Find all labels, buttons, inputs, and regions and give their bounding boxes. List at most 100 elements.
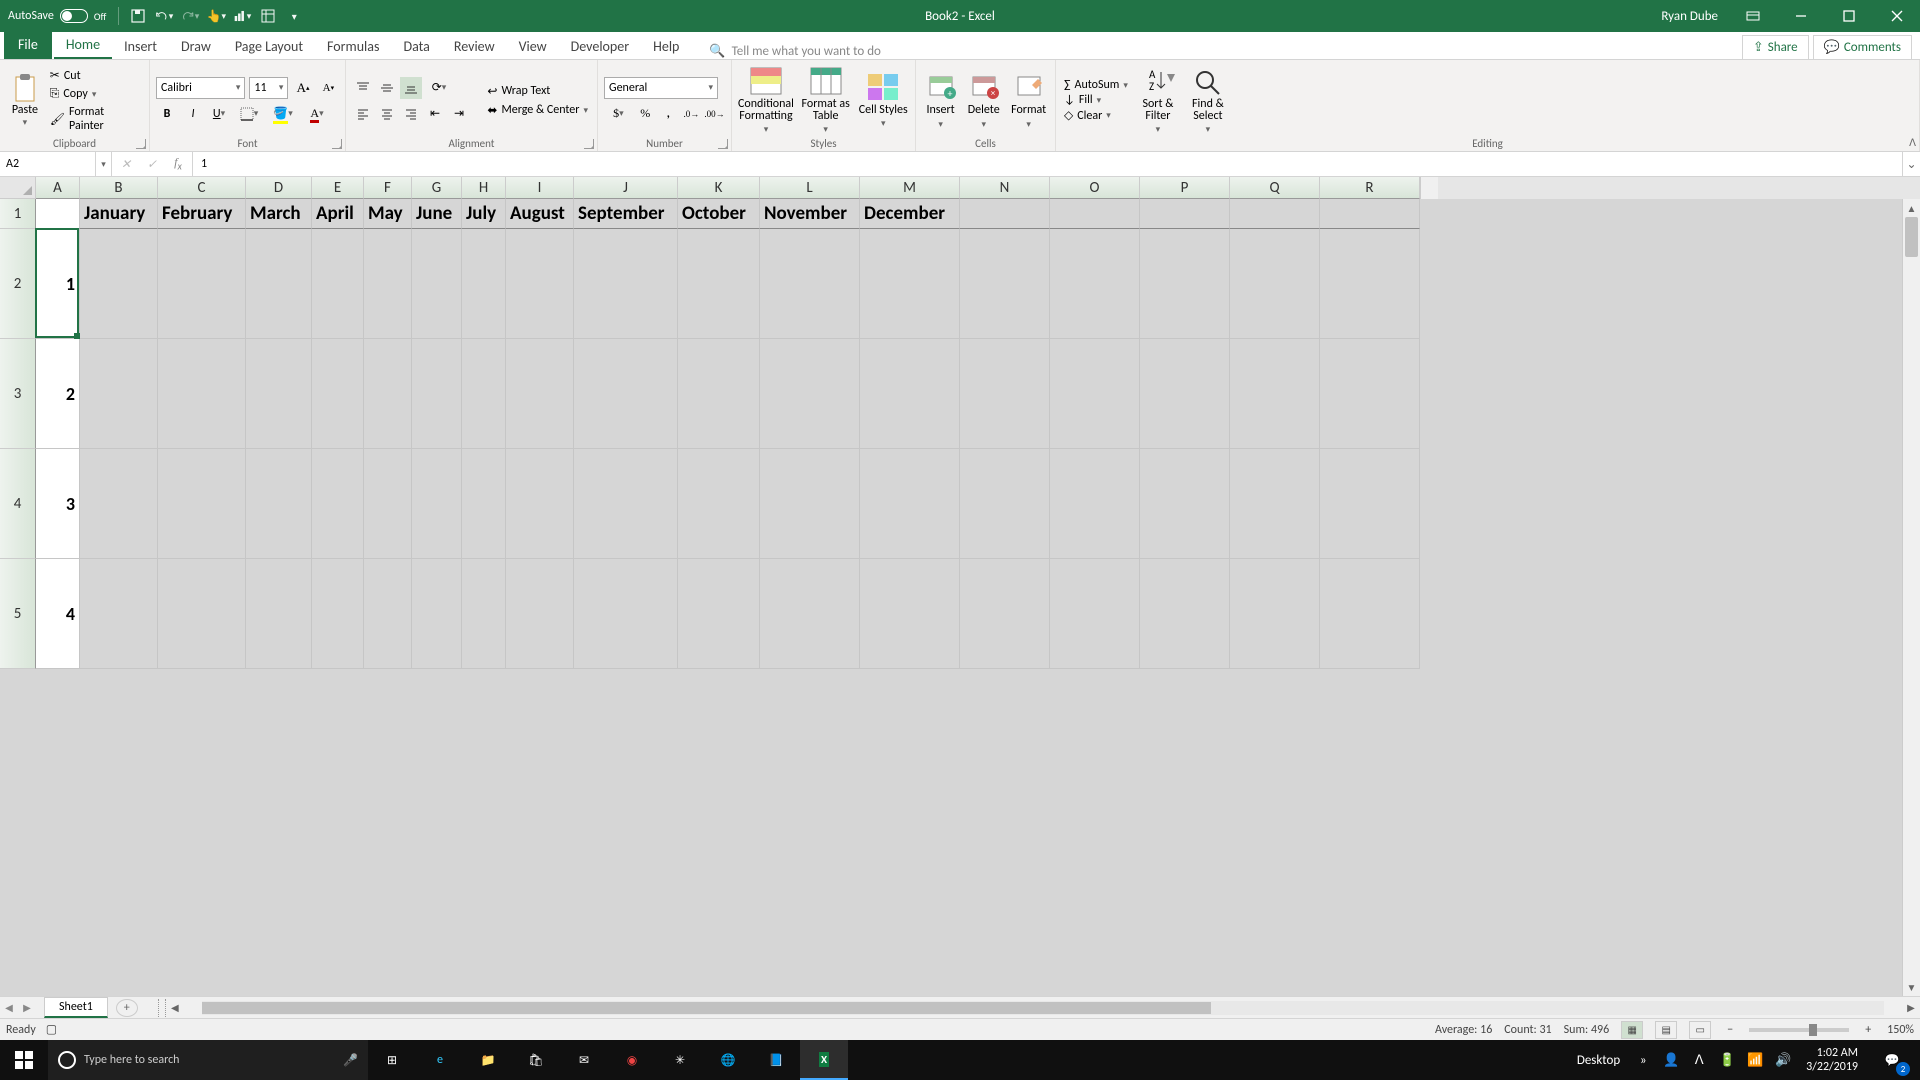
cell-G2[interactable] [412, 229, 462, 339]
row-header-5[interactable]: 5 [0, 559, 36, 669]
cell-A5[interactable]: 4 [36, 559, 80, 669]
tab-view[interactable]: View [507, 32, 559, 59]
align-top-button[interactable] [352, 77, 374, 99]
cell-C2[interactable] [158, 229, 246, 339]
cell-Q1[interactable] [1230, 199, 1320, 229]
tell-me-search[interactable]: 🔍 Tell me what you want to do [709, 44, 881, 59]
cell-P1[interactable] [1140, 199, 1230, 229]
name-box[interactable]: A2 [0, 152, 96, 176]
wifi-icon[interactable]: 📶 [1742, 1053, 1768, 1068]
horizontal-scrollbar[interactable] [202, 1001, 1884, 1015]
cell-N1[interactable] [960, 199, 1050, 229]
cell-D4[interactable] [246, 449, 312, 559]
zoom-out-button[interactable]: − [1723, 1023, 1737, 1037]
fill-color-button[interactable]: 🪣▾ [268, 103, 298, 125]
cell-A3[interactable]: 2 [36, 339, 80, 449]
cell-F2[interactable] [364, 229, 412, 339]
accounting-format-button[interactable]: $▾ [604, 103, 633, 125]
cell-A2[interactable]: 1 [36, 229, 80, 339]
cell-Q2[interactable] [1230, 229, 1320, 339]
tab-page-layout[interactable]: Page Layout [223, 32, 315, 59]
cell-I1[interactable]: August [506, 199, 574, 229]
cell-J5[interactable] [574, 559, 678, 669]
vertical-scrollbar[interactable]: ▲ ▼ [1902, 199, 1920, 996]
macro-record-icon[interactable]: ▢ [46, 1022, 57, 1037]
format-cells-button[interactable]: Format▾ [1008, 71, 1049, 130]
tab-help[interactable]: Help [641, 32, 691, 59]
row-header-4[interactable]: 4 [0, 449, 36, 559]
cell-L3[interactable] [760, 339, 860, 449]
column-header-L[interactable]: L [760, 177, 860, 199]
align-left-button[interactable] [352, 103, 374, 125]
cell-H5[interactable] [462, 559, 506, 669]
cell-E5[interactable] [312, 559, 364, 669]
column-header-I[interactable]: I [506, 177, 574, 199]
redo-icon[interactable]: ▾ [181, 7, 199, 25]
column-header-G[interactable]: G [412, 177, 462, 199]
cell-P4[interactable] [1140, 449, 1230, 559]
pivot-table-icon[interactable] [259, 7, 277, 25]
clipboard-launcher[interactable] [136, 139, 146, 149]
cell-J2[interactable] [574, 229, 678, 339]
taskbar-clock[interactable]: 1:02 AM 3/22/2019 [1798, 1046, 1866, 1074]
cell-P5[interactable] [1140, 559, 1230, 669]
cell-O4[interactable] [1050, 449, 1140, 559]
undo-icon[interactable]: ▾ [155, 7, 173, 25]
close-button[interactable] [1874, 0, 1920, 32]
insert-chart-icon[interactable]: ▾ [233, 7, 251, 25]
maximize-button[interactable] [1826, 0, 1872, 32]
cell-R3[interactable] [1320, 339, 1420, 449]
cell-M2[interactable] [860, 229, 960, 339]
taskbar-search[interactable]: Type here to search 🎤 [48, 1040, 368, 1080]
underline-button[interactable]: U▾ [208, 103, 230, 125]
cell-O2[interactable] [1050, 229, 1140, 339]
conditional-formatting-button[interactable]: Conditional Formatting▾ [738, 66, 794, 135]
find-select-button[interactable]: Find & Select▾ [1186, 66, 1230, 135]
number-format-combo[interactable]: General▾ [604, 77, 718, 99]
cell-H3[interactable] [462, 339, 506, 449]
cell-N3[interactable] [960, 339, 1050, 449]
autosave-toggle[interactable]: AutoSave Off [0, 9, 114, 23]
excel-taskbar-icon[interactable]: X [800, 1040, 848, 1080]
cell-K3[interactable] [678, 339, 760, 449]
cell-B3[interactable] [80, 339, 158, 449]
number-launcher[interactable] [718, 139, 728, 149]
font-size-combo[interactable]: 11▾ [249, 77, 288, 99]
cell-B5[interactable] [80, 559, 158, 669]
cells-area[interactable]: JanuaryFebruaryMarchAprilMayJuneJulyAugu… [36, 199, 1902, 996]
merge-center-button[interactable]: ⬌Merge & Center▾ [484, 102, 591, 119]
cell-M3[interactable] [860, 339, 960, 449]
increase-decimal-button[interactable]: .0→ [681, 103, 702, 125]
border-button[interactable]: ▾ [234, 103, 264, 125]
toggle-switch[interactable] [60, 9, 88, 23]
cell-F5[interactable] [364, 559, 412, 669]
touch-mode-icon[interactable]: 👆▾ [207, 7, 225, 25]
collapse-ribbon-button[interactable]: ᐱ [1909, 136, 1916, 149]
format-as-table-button[interactable]: Format as Table▾ [800, 66, 852, 135]
cell-J3[interactable] [574, 339, 678, 449]
increase-font-button[interactable]: A▴ [292, 77, 313, 99]
cell-O1[interactable] [1050, 199, 1140, 229]
user-name[interactable]: Ryan Dube [1651, 9, 1728, 24]
italic-button[interactable]: I [182, 103, 204, 125]
minimize-button[interactable] [1778, 0, 1824, 32]
edge-icon[interactable]: e [416, 1040, 464, 1080]
app-icon-1[interactable]: ✳ [656, 1040, 704, 1080]
scroll-right-button[interactable]: ▶ [1902, 1001, 1920, 1014]
align-right-button[interactable] [400, 103, 422, 125]
expand-formula-bar-button[interactable]: ⌄ [1902, 152, 1920, 176]
cell-Q5[interactable] [1230, 559, 1320, 669]
cell-L5[interactable] [760, 559, 860, 669]
column-header-F[interactable]: F [364, 177, 412, 199]
insert-cells-button[interactable]: +Insert▾ [922, 71, 959, 130]
cell-E2[interactable] [312, 229, 364, 339]
cell-A4[interactable]: 3 [36, 449, 80, 559]
people-icon[interactable]: 👤 [1658, 1053, 1684, 1068]
notepad-icon[interactable]: 📘 [752, 1040, 800, 1080]
cell-B1[interactable]: January [80, 199, 158, 229]
clear-button[interactable]: ◇Clear▾ [1062, 108, 1130, 123]
format-painter-button[interactable]: 🖌Format Painter [48, 104, 143, 134]
cell-Q3[interactable] [1230, 339, 1320, 449]
store-icon[interactable]: 🛍 [512, 1040, 560, 1080]
cell-L4[interactable] [760, 449, 860, 559]
